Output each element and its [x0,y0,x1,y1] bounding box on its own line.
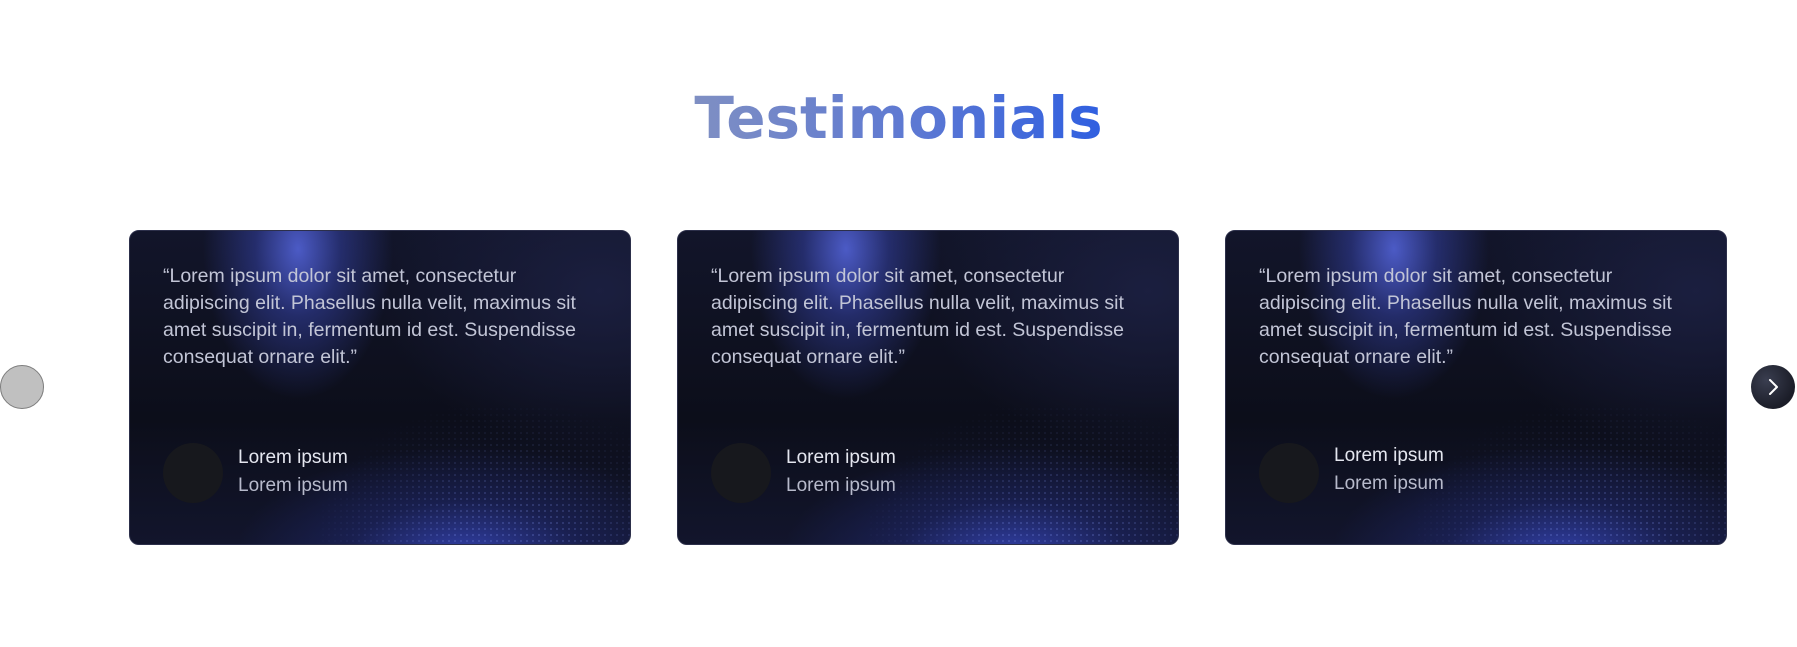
testimonial-card: “Lorem ipsum dolor sit amet, consectetur… [677,230,1179,545]
testimonial-author-name: Lorem ipsum [1334,445,1444,466]
testimonial-quote: “Lorem ipsum dolor sit amet, consectetur… [1259,265,1672,368]
avatar [163,443,223,503]
avatar [711,443,771,503]
avatar [1259,443,1319,503]
testimonial-card: “Lorem ipsum dolor sit amet, consectetur… [1225,230,1727,545]
section-title: Testimonials [0,78,1797,158]
carousel-next-button[interactable] [1751,365,1795,409]
testimonial-author-role: Lorem ipsum [786,475,896,496]
testimonial-card: “Lorem ipsum dolor sit amet, consectetur… [129,230,631,545]
chevron-right-icon [1769,379,1778,395]
testimonial-author-name: Lorem ipsum [238,447,348,468]
section-title-text: Testimonials [694,84,1103,152]
testimonial-author-role: Lorem ipsum [238,475,348,496]
carousel-prev-button[interactable] [0,365,44,409]
testimonial-author-role: Lorem ipsum [1334,473,1444,494]
testimonial-quote: “Lorem ipsum dolor sit amet, consectetur… [163,265,576,368]
testimonial-quote: “Lorem ipsum dolor sit amet, consectetur… [711,265,1124,368]
testimonial-author-name: Lorem ipsum [786,447,896,468]
